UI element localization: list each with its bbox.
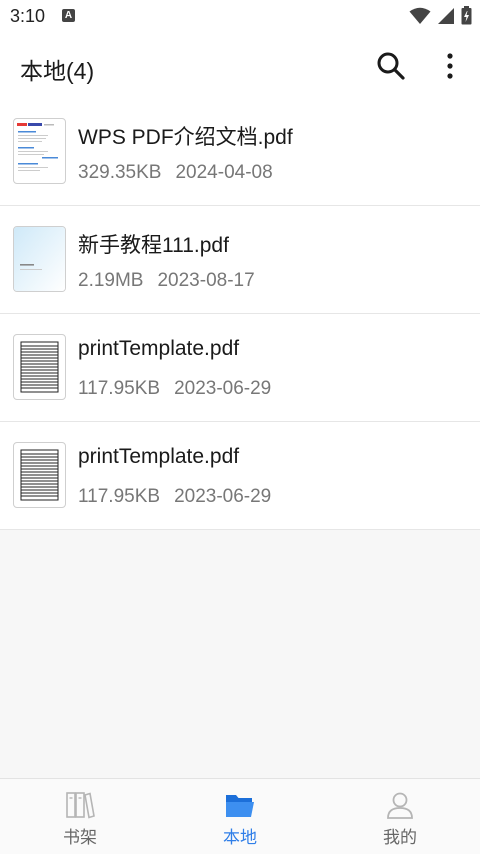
battery-icon (461, 6, 472, 25)
file-meta: 117.95KB 2023-06-29 (78, 486, 271, 508)
wifi-icon (409, 7, 431, 24)
more-options-button[interactable] (438, 49, 462, 83)
notification-badge: A (62, 9, 75, 22)
file-date: 2023-06-29 (174, 378, 272, 399)
wps-doc-thumbnail (13, 118, 66, 184)
file-date: 2023-08-17 (157, 270, 255, 291)
app-bar: 本地(4) (0, 34, 480, 98)
file-meta: 117.95KB 2023-06-29 (78, 378, 271, 400)
file-meta: 329.35KB 2024-04-08 (78, 162, 273, 184)
file-meta: 2.19MB 2023-08-17 (78, 270, 255, 292)
file-row[interactable]: printTemplate.pdf 117.95KB 2023-06-29 (0, 314, 480, 422)
file-row[interactable]: WPS PDF介绍文档.pdf 329.35KB 2024-04-08 (0, 98, 480, 206)
more-vert-icon (447, 53, 453, 79)
bookshelf-icon (66, 792, 95, 819)
nav-item-bookshelf[interactable]: 书架 (0, 779, 160, 854)
file-name: printTemplate.pdf (78, 445, 240, 468)
file-name: printTemplate.pdf (78, 337, 240, 360)
signal-icon (438, 7, 454, 24)
file-row[interactable]: 新手教程111.pdf 2.19MB 2023-08-17 (0, 206, 480, 314)
file-date: 2024-04-08 (175, 162, 273, 183)
search-icon (377, 52, 405, 80)
page-title: 本地(4) (20, 58, 95, 84)
file-date: 2023-06-29 (174, 486, 272, 507)
file-name: WPS PDF介绍文档.pdf (78, 126, 293, 149)
bottom-nav: 书架 本地 我的 (0, 778, 480, 854)
status-time: 3:10 (10, 6, 46, 26)
status-icons (409, 6, 472, 25)
file-name: 新手教程111.pdf (78, 234, 229, 257)
lined-template-thumbnail (13, 442, 66, 508)
file-size: 117.95KB (78, 378, 161, 399)
tutorial-thumbnail (13, 226, 66, 292)
file-list: WPS PDF介绍文档.pdf 329.35KB 2024-04-08 新手教程1… (0, 98, 480, 530)
nav-label: 书架 (63, 828, 97, 847)
search-button[interactable] (374, 49, 408, 83)
nav-item-local[interactable]: 本地 (160, 779, 320, 854)
nav-item-profile[interactable]: 我的 (320, 779, 480, 854)
file-size: 117.95KB (78, 486, 161, 507)
nav-label: 本地 (223, 828, 257, 847)
profile-icon (387, 792, 413, 819)
file-size: 329.35KB (78, 162, 162, 183)
status-bar: 3:10 A (0, 0, 480, 34)
folder-icon (226, 795, 254, 817)
file-row[interactable]: printTemplate.pdf 117.95KB 2023-06-29 (0, 422, 480, 530)
file-size: 2.19MB (78, 270, 144, 291)
lined-template-thumbnail (13, 334, 66, 400)
nav-label: 我的 (383, 828, 417, 847)
